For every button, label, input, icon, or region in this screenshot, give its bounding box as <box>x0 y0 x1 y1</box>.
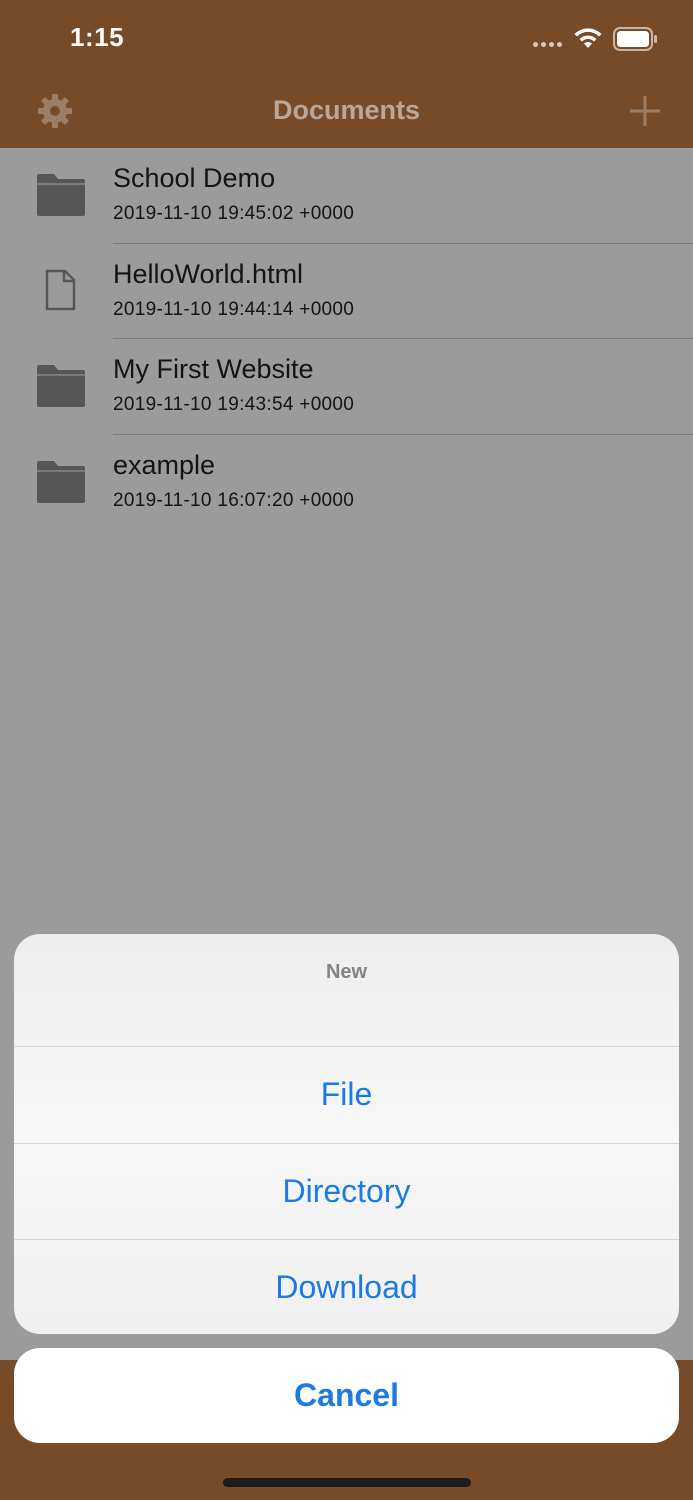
wifi-icon <box>574 28 602 48</box>
list-item[interactable]: example 2019-11-10 16:07:20 +0000 <box>0 435 693 531</box>
folder-icon <box>37 460 85 503</box>
new-directory-button[interactable]: Directory <box>14 1142 679 1240</box>
list-item[interactable]: School Demo 2019-11-10 19:45:02 +0000 <box>0 148 693 244</box>
add-icon[interactable] <box>628 94 662 128</box>
file-name: My First Website <box>113 354 314 384</box>
file-name: HelloWorld.html <box>113 258 304 289</box>
navigation-bar: Documents <box>0 80 693 148</box>
action-sheet-title: New <box>325 960 368 983</box>
battery-icon <box>613 27 657 51</box>
new-file-button[interactable]: File <box>14 1046 679 1143</box>
file-name: example <box>113 449 216 480</box>
file-date: 2019-11-10 16:07:20 +0000 <box>113 489 355 511</box>
file-date: 2019-11-10 19:44:14 +0000 <box>113 298 355 320</box>
cellular-signal-icon <box>533 42 562 47</box>
file-date: 2019-11-10 19:43:54 +0000 <box>113 394 355 415</box>
cancel-button[interactable]: Cancel <box>14 1348 679 1443</box>
file-name: School Demo <box>113 163 276 193</box>
page-title: Documents <box>272 95 421 125</box>
folder-icon <box>37 174 85 216</box>
download-button[interactable]: Download <box>14 1239 679 1334</box>
folder-icon <box>37 365 85 407</box>
list-item[interactable]: My First Website 2019-11-10 19:43:54 +00… <box>0 339 693 435</box>
document-icon <box>45 269 76 310</box>
status-bar: 1:15 <box>0 0 693 80</box>
status-time: 1:15 <box>70 22 125 52</box>
action-sheet: New File Directory Download <box>14 934 679 1334</box>
file-list: School Demo 2019-11-10 19:45:02 +0000 He… <box>0 148 693 530</box>
file-date: 2019-11-10 19:45:02 +0000 <box>113 203 355 224</box>
home-indicator[interactable] <box>223 1478 471 1487</box>
list-item[interactable]: HelloWorld.html 2019-11-10 19:44:14 +000… <box>0 244 693 339</box>
